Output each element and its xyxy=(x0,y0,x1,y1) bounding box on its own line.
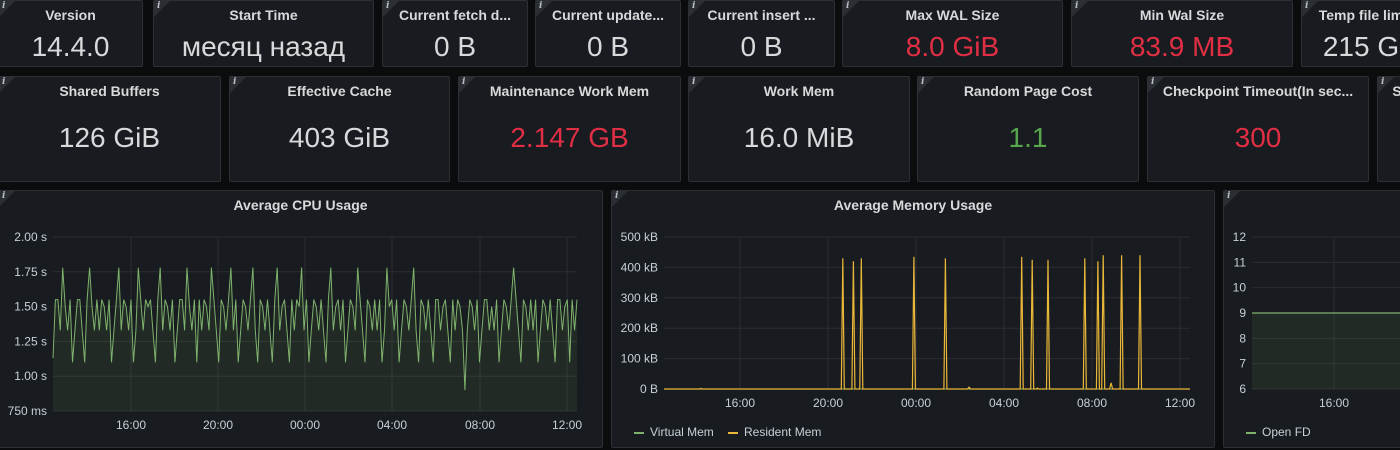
stat-panel[interactable]: i Random Page Cost 1.1 xyxy=(917,76,1139,182)
x-tick-label: 16:00 xyxy=(725,396,755,410)
stat-title: S xyxy=(1378,83,1400,99)
stat-title: Start Time xyxy=(229,7,298,23)
y-tick-label: 10 xyxy=(1233,281,1247,295)
y-tick-label: 400 kB xyxy=(621,260,658,274)
stat-panel[interactable]: i Temp file lim 215 G xyxy=(1301,0,1400,67)
stat-title: Random Page Cost xyxy=(963,83,1093,99)
x-tick-label: 16:00 xyxy=(1319,396,1349,410)
x-tick-label: 04:00 xyxy=(377,418,407,432)
legend-resident-mem[interactable]: Resident Mem xyxy=(728,425,821,439)
stat-value: 14.4.0 xyxy=(31,31,110,62)
stat-value: месяц назад xyxy=(181,31,346,62)
stat-panel[interactable]: i Version 14.4.0 xyxy=(0,0,143,67)
legend-swatch xyxy=(1246,431,1256,434)
stat-title: Current update... xyxy=(551,7,664,23)
stat-panel[interactable]: i Work Mem 16.0 MiB xyxy=(688,76,910,182)
stat-title: Checkpoint Timeout(In sec... xyxy=(1162,83,1354,99)
legend-virtual-mem[interactable]: Virtual Mem xyxy=(634,425,714,439)
resident-mem-line xyxy=(664,255,1190,390)
stat-title: Maintenance Work Mem xyxy=(489,83,650,99)
stat-value: 403 GiB xyxy=(288,122,391,153)
x-tick-label: 16:00 xyxy=(116,418,146,432)
y-tick-label: 1.50 s xyxy=(14,300,47,314)
legend-swatch xyxy=(634,431,644,434)
y-tick-label: 100 kB xyxy=(621,352,658,366)
legend-label: Resident Mem xyxy=(744,425,822,439)
stat-value: 16.0 MiB xyxy=(743,122,855,153)
x-tick-label: 12:00 xyxy=(552,418,582,432)
y-tick-label: 1.75 s xyxy=(14,265,47,279)
stat-title: Min Wal Size xyxy=(1139,7,1225,23)
y-tick-label: 1.00 s xyxy=(14,369,47,383)
open-fd-chart: 12 11 10 9 8 7 6 16:00 xyxy=(1233,230,1400,410)
stat-value: 215 G xyxy=(1322,31,1400,62)
x-tick-label: 12:00 xyxy=(1165,396,1195,410)
stat-title: Effective Cache xyxy=(287,83,392,99)
y-tick-label: 500 kB xyxy=(621,230,658,244)
stat-panel[interactable]: i Maintenance Work Mem 2.147 GB xyxy=(458,76,681,182)
stat-value: 8.0 GiB xyxy=(905,31,1000,62)
legend-open-fd[interactable]: Open FD xyxy=(1246,425,1311,439)
cpu-chart: 2.00 s 1.75 s 1.50 s 1.25 s 1.00 s 750 ms 16:0… xyxy=(8,230,583,432)
stat-title: Max WAL Size xyxy=(905,7,1000,23)
stat-panel[interactable]: i Shared Buffers 126 GiB xyxy=(0,76,221,182)
stat-value: 126 GiB xyxy=(58,122,161,153)
y-tick-label: 200 kB xyxy=(621,321,658,335)
y-tick-label: 300 kB xyxy=(621,291,658,305)
x-tick-label: 20:00 xyxy=(203,418,233,432)
stat-title: Version xyxy=(45,7,96,23)
stat-value: 0 B xyxy=(586,31,630,62)
x-tick-label: 00:00 xyxy=(901,396,931,410)
y-tick-label: 7 xyxy=(1239,357,1246,371)
stat-value: 300 xyxy=(1234,122,1282,153)
x-tick-label: 20:00 xyxy=(813,396,843,410)
memory-chart: 500 kB 400 kB 300 kB 200 kB 100 kB 0 B 16:00 20… xyxy=(621,230,1196,410)
y-tick-label: 12 xyxy=(1233,230,1247,244)
y-tick-label: 750 ms xyxy=(8,404,47,418)
y-tick-label: 9 xyxy=(1239,306,1246,320)
stat-value: 0 B xyxy=(433,31,477,62)
open-fd-panel[interactable]: i 12 11 10 9 8 7 6 16:00 Open FD xyxy=(1223,190,1400,448)
stat-panel[interactable]: i Max WAL Size 8.0 GiB xyxy=(842,0,1063,67)
stat-panel[interactable]: i Current fetch d... 0 B xyxy=(382,0,528,67)
cpu-usage-panel[interactable]: i Average CPU Usage 2.00 s 1.75 s 1.50 s 1.… xyxy=(0,190,603,448)
stat-value: 1.1 xyxy=(1008,122,1048,153)
info-icon[interactable]: i xyxy=(1227,191,1230,201)
x-tick-label: 08:00 xyxy=(1077,396,1107,410)
y-tick-label: 1.25 s xyxy=(14,334,47,348)
stat-value: 2.147 GB xyxy=(510,122,629,153)
stat-panel[interactable]: i Min Wal Size 83.9 MB xyxy=(1071,0,1293,67)
stat-panel[interactable]: i Effective Cache 403 GiB xyxy=(229,76,450,182)
y-tick-label: 6 xyxy=(1239,382,1246,396)
y-tick-label: 2.00 s xyxy=(14,230,47,244)
x-tick-label: 04:00 xyxy=(989,396,1019,410)
stat-value: 0 B xyxy=(740,31,783,62)
x-tick-label: 08:00 xyxy=(465,418,495,432)
stat-panel[interactable]: i Start Time месяц назад xyxy=(153,0,374,67)
x-tick-label: 00:00 xyxy=(290,418,320,432)
series-area xyxy=(1252,313,1400,389)
stat-title: Work Mem xyxy=(763,83,835,99)
legend-swatch xyxy=(728,431,738,434)
stat-panel[interactable]: i Current update... 0 B xyxy=(535,0,681,67)
y-tick-label: 11 xyxy=(1234,255,1247,269)
legend-label: Virtual Mem xyxy=(650,425,714,439)
stat-panel[interactable]: i Checkpoint Timeout(In sec... 300 xyxy=(1147,76,1369,182)
panel-title: Average CPU Usage xyxy=(233,197,368,213)
y-tick-label: 0 B xyxy=(640,382,658,396)
memory-usage-panel[interactable]: i Average Memory Usage 500 kB 400 kB 300 k… xyxy=(611,190,1215,448)
stat-panel[interactable]: iS xyxy=(1377,76,1400,182)
y-tick-label: 8 xyxy=(1239,331,1246,345)
panel-title: Average Memory Usage xyxy=(833,197,993,213)
stat-title: Current fetch d... xyxy=(398,7,511,23)
legend-label: Open FD xyxy=(1262,425,1311,439)
stat-title: Temp file lim xyxy=(1318,7,1400,23)
stat-title: Current insert ... xyxy=(707,7,816,23)
stat-value: 83.9 MB xyxy=(1129,31,1235,62)
stat-title: Shared Buffers xyxy=(59,83,160,99)
stat-panel[interactable]: i Current insert ... 0 B xyxy=(688,0,835,67)
